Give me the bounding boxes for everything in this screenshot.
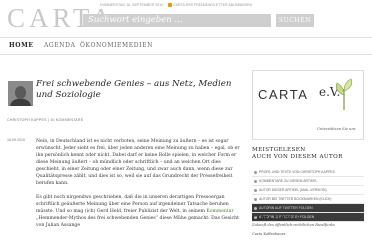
bullet-icon <box>254 170 257 174</box>
rss-icon <box>168 3 172 8</box>
newsletter-link[interactable]: NEWSLETTER ABONNIEREN <box>203 3 252 7</box>
sidebar-link-label: KOMMENTARE ZU DIESEM ARTIKEL <box>259 179 318 183</box>
rss-link[interactable]: CARTA RSS FEED <box>168 3 204 8</box>
plant-icon <box>335 78 353 110</box>
sidebar-link-row[interactable]: PROFIL UND TEXTE VON CHRISTOPH KAPPES <box>252 168 364 177</box>
rss-label: CARTA RSS FEED <box>173 3 204 7</box>
sidebar-link-label: AUTOR BEI TWITTER BOOKMARKEN (KLICK) <box>259 197 332 201</box>
sidebar-link-label: PROFIL UND TEXTE VON CHRISTOPH KAPPES <box>259 170 335 174</box>
current-date: DONNERSTAG 16. SEPTEMBER 2010 <box>100 3 164 7</box>
author-links-list: PROFIL UND TEXTE VON CHRISTOPH KAPPES KO… <box>252 168 364 222</box>
sidebar-title-line1: MEISTGELESEN <box>252 147 306 153</box>
nav-item-medien[interactable]: MEDIEN <box>122 41 153 51</box>
bullet-icon <box>254 206 257 210</box>
sidebar-section-title: MEISTGELESEN AUCH VON DIESEM AUTOR <box>252 147 343 161</box>
bullet-icon <box>254 197 257 201</box>
sidebar-link-row[interactable]: AUTORIN AUF TWITTER FOLGEN <box>252 204 364 213</box>
bullet-icon <box>254 188 257 192</box>
article-body: Nein, in Deutschland ist es nicht verbot… <box>36 138 242 236</box>
site-header: CARTA DONNERSTAG 16. SEPTEMBER 2010 CART… <box>0 0 372 37</box>
nav-item-home[interactable]: HOME <box>9 41 34 51</box>
carta-thema-author[interactable]: Carta Kaffeebauer <box>252 232 286 236</box>
author-avatar[interactable] <box>8 81 33 106</box>
avatar-face <box>15 86 26 99</box>
carta-thema-title: CARTA-THEMA <box>252 216 297 222</box>
bullet-icon <box>254 179 257 183</box>
sidebar-title-line2[interactable]: AUCH VON DIESEM AUTOR <box>252 154 343 161</box>
comment-link[interactable]: Kommentar <box>206 209 233 214</box>
sidebar-link-row[interactable]: AUTOR BEI TWITTER BOOKMARKEN (KLICK) <box>252 195 364 204</box>
article-byline[interactable]: CHRISTOPH KAPPES | 10 KOMMENTARE <box>7 118 83 122</box>
main-nav: HOME AGENDA ÖKONOMIE MEDIEN <box>0 37 372 55</box>
carta-ev-logo-word: CARTA <box>258 87 309 102</box>
avatar-shoulders <box>10 99 31 106</box>
carta-ev-banner[interactable]: CARTA e.V. Unterstützen Sie uns <box>252 70 364 140</box>
search-input[interactable]: Suchwort eingeben ... <box>83 14 271 27</box>
article-paragraph: Es gibt noch nirgendwo geschrieben, daß … <box>36 195 239 228</box>
carta-ev-tagline: Unterstützen Sie uns <box>317 127 356 131</box>
search-button[interactable]: SUCHEN <box>276 14 314 27</box>
carta-thema-subtitle[interactable]: Zukunft des öffentlich-rechtlichen Rundf… <box>252 223 335 227</box>
sidebar-link-row[interactable]: AUTOR DIESER ARTIKEL (MAIL-VERSION) <box>252 186 364 195</box>
sidebar-link-row[interactable]: KOMMENTARE ZU DIESEM ARTIKEL <box>252 177 364 186</box>
sidebar-link-label: AUTOR DIESER ARTIKEL (MAIL-VERSION) <box>259 188 327 192</box>
sidebar-link-label: AUTORIN AUF TWITTER FOLGEN <box>259 206 313 210</box>
article-title[interactable]: Frei schwebende Genies – aus Netz, Medie… <box>36 79 236 101</box>
article-paragraph: Nein, in Deutschland ist es nicht verbot… <box>36 139 240 186</box>
nav-item-agenda[interactable]: AGENDA <box>44 41 76 51</box>
nav-item-oekonomie[interactable]: ÖKONOMIE <box>80 41 122 51</box>
article-date: 16.09.2010 <box>7 138 25 142</box>
